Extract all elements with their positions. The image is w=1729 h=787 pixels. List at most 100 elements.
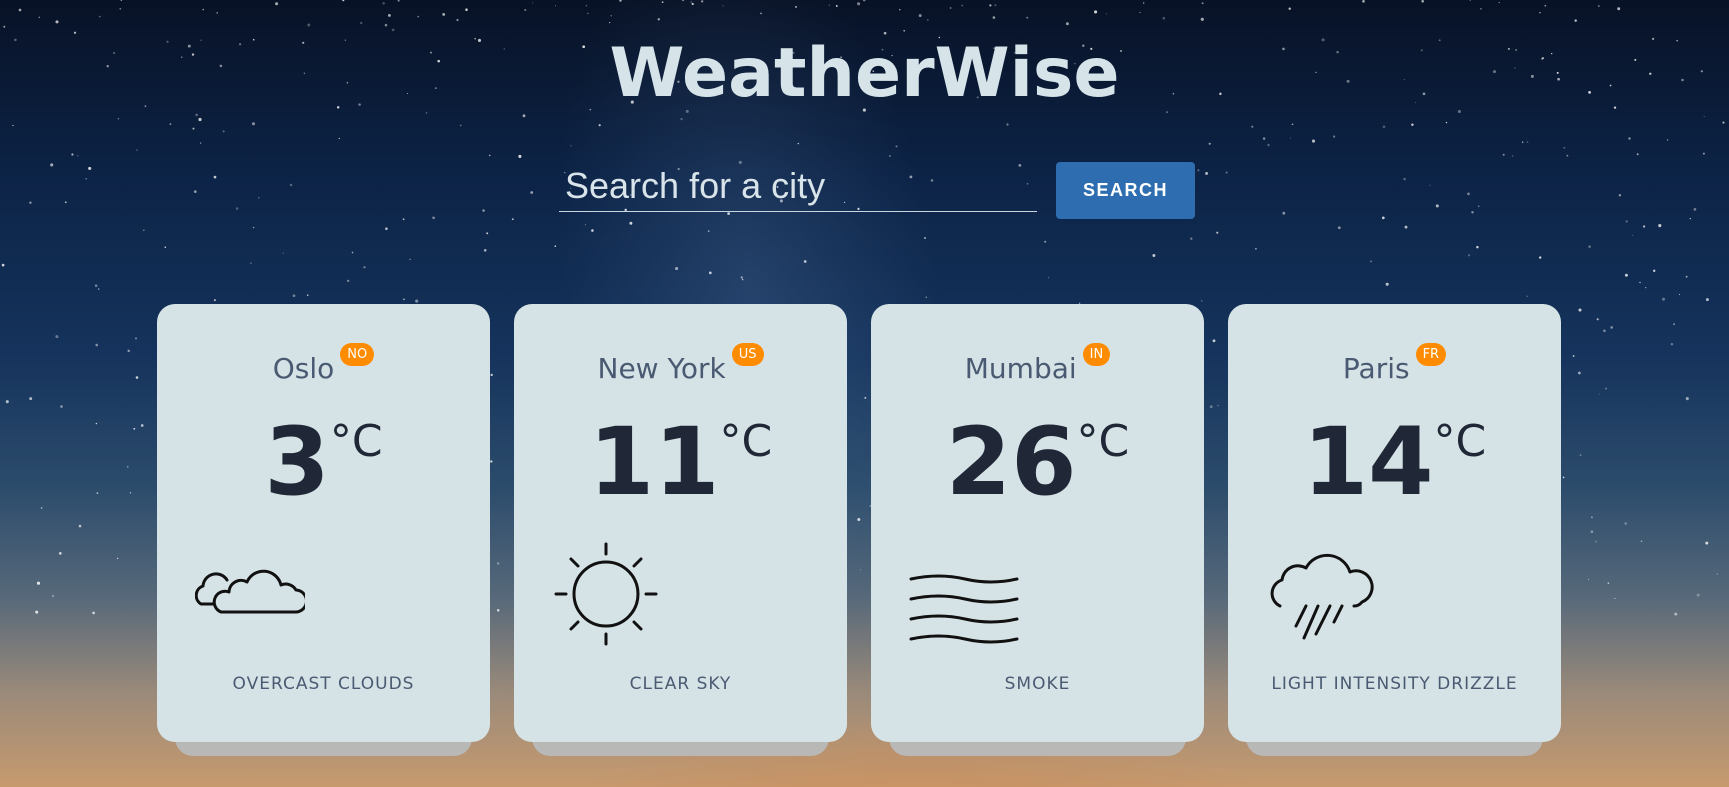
star <box>675 266 679 271</box>
star <box>465 8 468 11</box>
star <box>530 191 534 194</box>
star <box>459 124 462 127</box>
smoke-icon <box>909 574 1019 644</box>
star <box>117 118 120 120</box>
star <box>1502 153 1505 156</box>
star <box>1702 152 1705 155</box>
star <box>1362 0 1365 3</box>
star <box>1645 286 1647 289</box>
star <box>1337 226 1341 230</box>
star <box>1628 137 1631 140</box>
star <box>1539 256 1542 259</box>
star <box>1563 146 1566 149</box>
weather-card-paris: Paris FR 14°C LIGHT INTENSITY DRIZZLE <box>1228 304 1561 758</box>
temperature-row: 3°C <box>157 416 490 510</box>
star <box>252 226 255 229</box>
clouds-icon <box>195 569 305 614</box>
star <box>1267 143 1270 147</box>
star <box>1578 308 1582 312</box>
star <box>250 262 252 264</box>
star <box>835 5 838 7</box>
star <box>989 4 992 7</box>
star <box>1632 234 1634 236</box>
star <box>1666 139 1669 141</box>
star <box>409 258 411 261</box>
star <box>1597 5 1600 7</box>
star <box>119 7 122 10</box>
temperature-value: 11 <box>588 408 720 517</box>
star <box>275 2 279 6</box>
weather-card-new-york: New York US 11°C CLEAR SKY <box>514 304 847 758</box>
star <box>511 218 514 221</box>
star <box>391 28 395 32</box>
city-name: Mumbai <box>964 352 1077 385</box>
star <box>1579 454 1582 456</box>
temperature-unit: °C <box>1076 416 1130 467</box>
star <box>629 221 633 225</box>
star <box>52 595 54 597</box>
star <box>497 562 500 565</box>
star <box>235 207 239 210</box>
star <box>1614 597 1616 600</box>
star <box>608 21 611 24</box>
star <box>1578 371 1581 375</box>
star <box>29 201 32 204</box>
star <box>40 507 43 509</box>
star <box>36 581 41 585</box>
star <box>213 175 217 179</box>
sun-icon <box>554 542 658 646</box>
star <box>895 145 898 148</box>
star <box>1255 247 1257 250</box>
star <box>417 15 420 18</box>
search-button[interactable]: SEARCH <box>1056 162 1195 219</box>
star <box>1476 245 1479 249</box>
star <box>925 296 927 298</box>
star <box>384 23 388 27</box>
star <box>129 492 132 494</box>
star <box>222 130 225 133</box>
star <box>554 245 557 248</box>
star <box>1333 135 1336 138</box>
star <box>1610 326 1614 329</box>
star <box>1468 254 1471 257</box>
star <box>1673 323 1675 325</box>
star <box>1703 116 1705 118</box>
star <box>1685 397 1689 401</box>
star <box>741 278 744 281</box>
star <box>490 460 493 463</box>
star <box>92 611 95 615</box>
star <box>402 218 405 221</box>
country-badge: IN <box>1082 343 1111 366</box>
star <box>1105 13 1107 15</box>
star <box>1162 16 1166 20</box>
star <box>554 5 557 7</box>
star <box>1640 540 1643 543</box>
star <box>60 405 63 408</box>
search-input[interactable] <box>559 160 1037 212</box>
star <box>532 2 534 4</box>
star <box>918 14 922 18</box>
star <box>661 1 664 3</box>
star <box>58 552 62 555</box>
star <box>1429 184 1431 186</box>
star <box>1605 387 1607 390</box>
star <box>136 149 138 152</box>
country-badge: US <box>731 343 764 366</box>
star <box>1208 142 1211 145</box>
star <box>169 123 172 126</box>
star <box>1467 192 1470 196</box>
star <box>1693 208 1697 211</box>
star <box>1094 10 1098 14</box>
star <box>1590 516 1593 519</box>
country-badge: FR <box>1415 343 1447 366</box>
city-row: Mumbai IN <box>871 343 1204 385</box>
star <box>1209 405 1213 409</box>
weather-card: New York US 11°C CLEAR SKY <box>514 304 847 742</box>
star <box>347 279 350 283</box>
weather-description: CLEAR SKY <box>629 674 732 694</box>
star <box>585 4 588 7</box>
star <box>120 0 123 1</box>
star <box>1048 277 1050 279</box>
star <box>1596 318 1599 321</box>
temperature-unit: °C <box>329 416 383 467</box>
